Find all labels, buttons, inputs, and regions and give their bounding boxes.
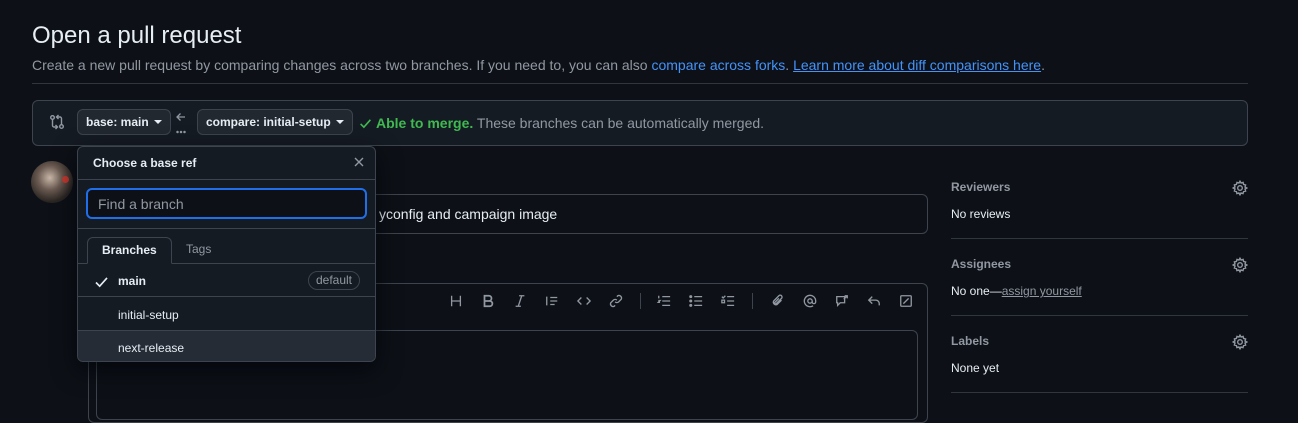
sidebar-divider [951,238,1248,239]
labels-value: None yet [951,361,1000,375]
compare-branch-button[interactable]: compare: initial-setup [197,109,353,135]
gear-icon[interactable] [1231,333,1249,353]
merge-status: Able to merge. These branches can be aut… [359,115,764,133]
compare-across-forks-link[interactable]: compare across forks [651,57,785,73]
ref-name: initial-setup [118,308,179,322]
caret-down-icon [153,120,162,124]
tab-tags[interactable]: Tags [172,237,225,263]
reviewers-value: No reviews [951,207,1011,221]
reviewers-heading[interactable]: Reviewers [951,180,1248,194]
ref-name: next-release [118,341,185,355]
branch-filter-wrap [78,180,375,229]
reference-icon[interactable] [832,290,852,312]
gear-icon[interactable] [1231,179,1249,199]
check-icon [95,275,108,291]
assign-yourself-link[interactable]: assign yourself [1002,284,1082,298]
bold-icon[interactable] [478,290,498,312]
ref-item-next-release[interactable]: next-release [78,331,375,361]
heading-icon[interactable] [446,290,466,312]
quote-icon[interactable] [542,290,562,312]
avatar[interactable] [31,161,73,203]
sidebar-divider [951,315,1248,316]
learn-more-diff-link[interactable]: Learn more about diff comparisons here [793,57,1041,73]
arrow-left-icon [175,111,187,138]
attach-icon[interactable] [768,290,788,312]
ref-tabs: Branches Tags [78,229,375,264]
toolbar-divider [752,293,753,309]
close-icon[interactable] [353,155,365,171]
subtitle-end: . [1041,57,1045,73]
unordered-list-icon[interactable] [686,290,706,312]
ref-item-main[interactable]: main default [78,264,375,297]
page-title: Open a pull request [32,22,242,49]
merge-detail-text: These branches can be automatically merg… [473,115,765,131]
base-branch-button[interactable]: base: main [77,109,171,135]
mention-icon[interactable] [800,290,820,312]
toolbar-divider [640,293,641,309]
branch-filter-input[interactable] [86,188,367,219]
ref-item-initial-setup[interactable]: initial-setup [78,298,375,331]
avatar-detail [62,176,69,183]
caret-down-icon [335,120,344,124]
range-editor: base: main compare: initial-setup Able t… [32,100,1248,146]
fullscreen-icon[interactable] [896,290,916,312]
labels-heading[interactable]: Labels [951,334,1248,348]
tab-branches[interactable]: Branches [87,237,172,264]
sidebar-labels: Labels None yet [951,333,1249,375]
subtitle-text: Create a new pull request by comparing c… [32,57,652,73]
popover-header: Choose a base ref [78,147,375,180]
git-compare-icon [49,114,65,133]
italic-icon[interactable] [510,290,530,312]
header-divider [32,83,1248,84]
task-list-icon[interactable] [718,290,738,312]
default-badge: default [307,271,360,290]
sidebar-divider [951,392,1248,393]
ref-name: main [118,274,147,288]
assignees-value: No one—assign yourself [951,284,1248,298]
ordered-list-icon[interactable] [654,290,674,312]
reply-icon[interactable] [864,290,884,312]
base-branch-label: base: main [86,115,149,129]
merge-ok-text: Able to merge. [376,115,474,131]
sidebar-assignees: Assignees No one—assign yourself [951,256,1249,298]
link-icon[interactable] [606,290,626,312]
assignees-none: No one— [951,284,1002,298]
check-icon [359,117,372,133]
base-ref-popover: Choose a base ref Branches Tags main def… [77,146,376,362]
assignees-heading[interactable]: Assignees [951,257,1248,271]
popover-title: Choose a base ref [93,156,197,170]
page-subtitle: Create a new pull request by comparing c… [32,57,1045,73]
sidebar-reviewers: Reviewers No reviews [951,179,1249,221]
subtitle-separator: . [785,57,794,73]
compare-branch-label: compare: initial-setup [206,115,331,129]
gear-icon[interactable] [1231,256,1249,276]
code-icon[interactable] [574,290,594,312]
